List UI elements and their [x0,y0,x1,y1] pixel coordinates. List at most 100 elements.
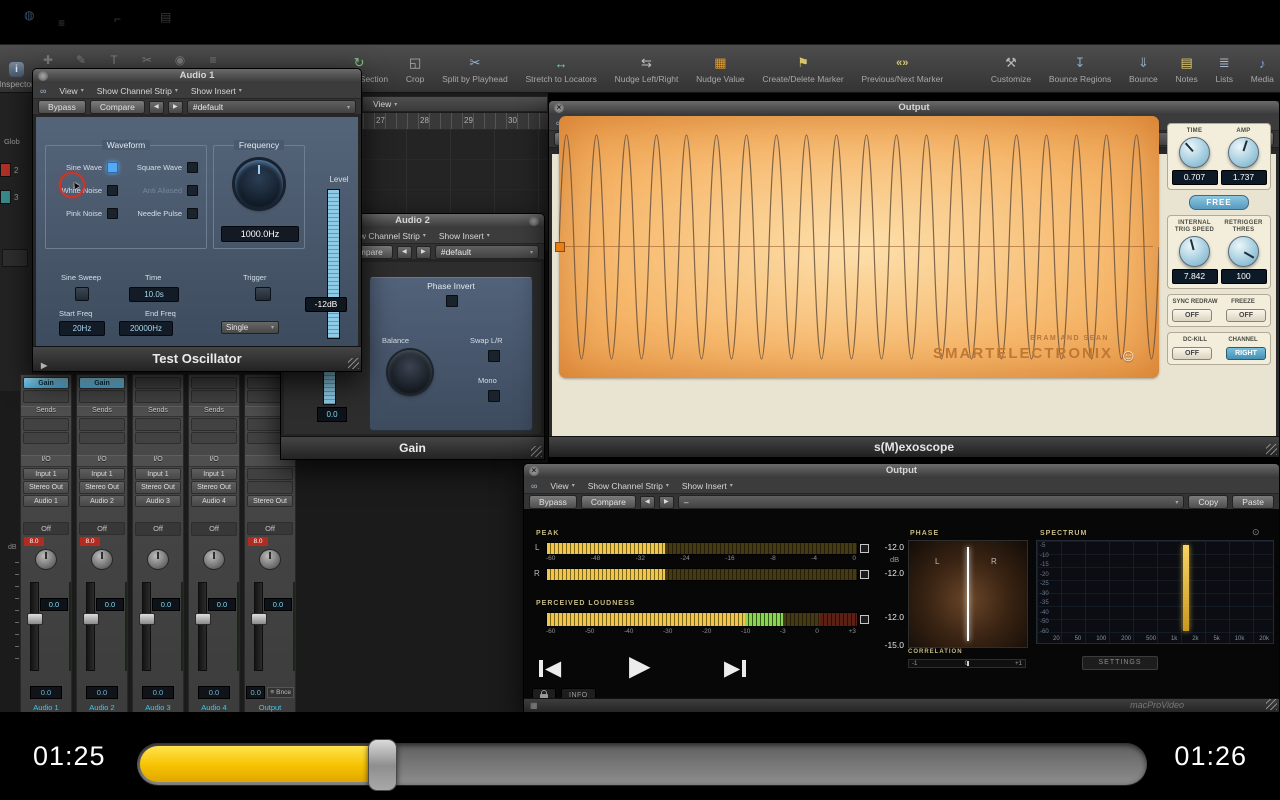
fader-handle[interactable] [83,613,99,625]
prev-preset-button[interactable]: ◀ [397,246,412,259]
next-preset-button[interactable]: ▶ [659,496,674,509]
send-slot[interactable] [79,418,125,430]
balance-knob[interactable] [388,350,432,394]
toolbar-button[interactable]: ↧Bounce Regions [1049,54,1111,84]
input-slot[interactable]: Input 1 [135,468,181,480]
trig-speed-knob[interactable] [1179,236,1210,267]
close-icon[interactable] [38,71,48,81]
fader-handle[interactable] [27,613,43,625]
waveform-led[interactable] [107,185,118,196]
dc-kill-button[interactable]: OFF [1172,347,1212,360]
track-header[interactable]: 2 [0,163,18,177]
waveform-option[interactable]: Square Wave [126,162,206,173]
send-slot[interactable] [135,432,181,444]
track-slot[interactable]: Audio 1 [23,495,69,507]
paste-button[interactable]: Paste [1232,495,1274,509]
zoom-tool-icon[interactable]: ≡ [205,53,221,67]
input-slot[interactable]: Input 1 [191,468,237,480]
waveform-option[interactable]: Pink Noise [46,208,126,219]
close-icon[interactable]: × [554,103,564,113]
fader-handle[interactable] [139,613,155,625]
insert-slot[interactable] [135,390,181,402]
previous-button[interactable]: ◀ [539,658,561,679]
channel-button[interactable]: RIGHT [1226,347,1266,360]
send-slot[interactable] [79,432,125,444]
window-titlebar[interactable]: × Output [549,101,1279,115]
bounce-button[interactable]: ≡Bnce [267,687,294,698]
amp-knob[interactable] [1228,137,1259,168]
track-name[interactable]: Output [245,703,295,712]
compare-button[interactable]: Compare [581,495,636,509]
resize-handle[interactable] [531,446,542,457]
input-slot[interactable] [247,468,293,480]
toolbar-button[interactable]: ⇆Nudge Left/Right [615,54,679,84]
pan-knob[interactable] [259,549,281,570]
swap-lr-checkbox[interactable] [488,350,500,362]
toolbar-button[interactable]: ⚒Customize [991,54,1031,84]
glue-tool-icon[interactable]: ◉ [172,53,188,67]
automation-mode-button[interactable]: Off [191,522,237,535]
view-menu[interactable]: View [373,99,391,109]
bypass-button[interactable]: Bypass [529,495,577,509]
input-slot[interactable]: Input 1 [79,468,125,480]
window-titlebar[interactable]: Audio 1 [33,69,361,83]
waveform-led[interactable] [187,162,198,173]
waveform-option[interactable]: Anti Aliased [126,185,206,196]
toolbar-button[interactable]: ⇓Bounce [1129,54,1158,84]
view-menu[interactable]: View▾ [550,481,574,491]
window-titlebar[interactable]: × Output [524,464,1279,478]
track-name[interactable]: Audio 4 [189,703,239,713]
power-icon[interactable]: ⊙ [1252,527,1260,538]
pan-knob[interactable] [35,549,57,570]
volume-fader[interactable] [86,582,95,670]
automation-mode-button[interactable]: Off [79,522,125,535]
output-slot[interactable]: Stereo Out [23,481,69,493]
track-slot[interactable]: Stereo Out [247,495,293,507]
show-insert-menu[interactable]: Show Insert▾ [682,481,733,491]
mono-checkbox[interactable] [488,390,500,402]
track-name[interactable]: Audio 2 [77,703,127,712]
start-freq-value[interactable]: 20Hz [59,321,105,336]
track-name[interactable]: Audio 1 [21,703,71,712]
resize-handle[interactable] [1266,699,1277,710]
frequency-knob[interactable] [235,160,283,208]
sine-sweep-button[interactable] [75,287,89,301]
pan-knob[interactable] [147,549,169,570]
waveform-led[interactable] [107,208,118,219]
toolbar-button[interactable]: ✂Split by Playhead [442,54,508,84]
frequency-value[interactable]: 1000.0Hz [221,226,299,242]
copy-button[interactable]: Copy [1188,495,1228,509]
link-icon[interactable]: ∞ [531,481,537,491]
show-channel-strip-menu[interactable]: Show Channel Strip▾ [97,86,178,96]
waveform-led[interactable] [187,208,198,219]
waveform-option[interactable]: White Noise [46,185,126,196]
toolbar-button[interactable]: «»Previous/Next Marker [861,54,943,84]
fader-handle[interactable] [251,613,267,625]
trigger-handle[interactable] [555,242,565,252]
toolbar-button[interactable]: ♪Media [1251,54,1274,84]
volume-fader[interactable] [142,582,151,670]
preset-dropdown[interactable]: –▾ [678,495,1185,509]
global-tracks-label[interactable]: Glob [4,137,20,146]
show-insert-menu[interactable]: Show Insert▾ [191,86,242,96]
time-value[interactable]: 10.0s [129,287,179,302]
track-slot[interactable]: Audio 2 [79,495,125,507]
insert-slot[interactable] [135,377,181,389]
next-preset-button[interactable]: ▶ [168,101,183,114]
insert-slot[interactable]: Gain [23,377,69,389]
play-button[interactable]: ▶ [629,652,651,680]
waveform-option[interactable]: Sine Wave [46,162,126,173]
send-slot[interactable] [191,418,237,430]
window-zoom-button[interactable] [529,216,539,226]
send-slot[interactable] [23,418,69,430]
trigger-button[interactable] [255,287,271,301]
toolbar-inspector-button[interactable]: i Inspector [0,45,33,92]
preset-dropdown[interactable]: #default▾ [187,100,356,114]
prev-preset-button[interactable]: ◀ [149,101,164,114]
show-channel-strip-menu[interactable]: Show Channel Strip▾ [588,481,669,491]
volume-fader[interactable] [198,582,207,670]
show-insert-menu[interactable]: Show Insert▾ [439,231,490,241]
output-slot[interactable]: Stereo Out [79,481,125,493]
toolbar-button[interactable]: ⚑Create/Delete Marker [762,54,843,84]
waveform-led[interactable] [107,162,118,173]
